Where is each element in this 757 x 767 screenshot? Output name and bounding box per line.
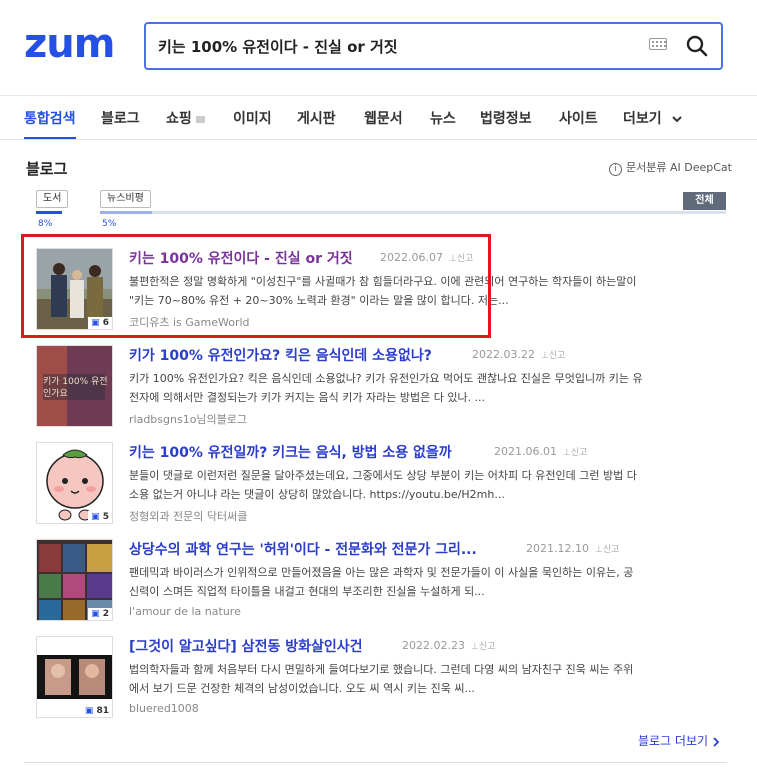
result-source[interactable]: 정형외과 전문의 닥터써클 (129, 508, 247, 524)
more-blog-link[interactable]: 블로그 더보기 (638, 732, 720, 749)
image-count: 2 (102, 609, 109, 619)
list-item: ▣ 81 [그것이 알고싶다] 삼전동 방화살인사건 2022.02.23 ⊥신고… (36, 636, 726, 720)
result-snippet: 키가 100% 유전인가요? 킥은 음식인데 소용없나? 키가 유전인가요 먹어… (129, 369, 719, 407)
thumbnail-caption: 키가 100% 유전인가요 (43, 377, 108, 399)
snippet-line-2: 전자에 의해서만 결정되는가 키가 커지는 음식 키가 자라는 방법은 다 있나… (129, 391, 486, 404)
result-title-link[interactable]: [그것이 알고싶다] 삼전동 방화살인사건 (129, 636, 363, 656)
result-snippet: 분들이 댓글로 이런저런 질문을 달아주셨는데요, 그중에서도 상당 부분이 키… (129, 466, 719, 504)
tab-board[interactable]: 게시판 (297, 108, 336, 128)
tab-site[interactable]: 사이트 (559, 108, 598, 128)
tab-shopping[interactable]: 쇼핑 (166, 108, 205, 128)
filter-pct-books: 8% (38, 219, 53, 229)
report-link[interactable]: ⊥신고 (471, 642, 495, 652)
search-query-text[interactable]: 키는 100% 유전이다 - 진실 or 거짓 (158, 36, 398, 57)
result-title-link[interactable]: 키는 100% 유전일까? 키크는 음식, 방법 소용 없을까 (129, 442, 452, 462)
snippet-line-2: 신력이 스며든 직업적 타이틀을 내걸고 현대의 부조리한 진실을 누설하게 되… (129, 585, 485, 598)
result-thumbnail[interactable]: ▣ 81 (36, 636, 113, 718)
tab-law[interactable]: 법령정보 (480, 108, 532, 128)
report-link[interactable]: ⊥신고 (563, 448, 587, 458)
snippet-line-1: 법의학자들과 함께 처음부터 다시 면밀하게 들여다보기로 했습니다. 그런데 … (129, 663, 634, 676)
tab-webdoc[interactable]: 웹문서 (364, 108, 403, 128)
image-count: 81 (96, 706, 109, 716)
image-count-badge: ▣ 2 (88, 608, 112, 620)
deepcat-info[interactable]: i 문서분류 AI DeepCat (609, 159, 732, 176)
tab-blog[interactable]: 블로그 (101, 108, 140, 128)
tab-integrated[interactable]: 통합검색 (24, 108, 76, 128)
category-filter: 도서 뉴스비평 8% 5% 전체 (36, 190, 726, 229)
snippet-line-1: 팬데믹과 바이러스가 인위적으로 만들어졌음을 아는 많은 과학자 및 전문가들… (129, 566, 634, 579)
chevron-down-icon (671, 116, 682, 123)
highlight-box (21, 234, 491, 338)
list-item: 키가 100% 유전인가요 키가 100% 유전인가요? 킥은 음식인데 소용없… (36, 345, 726, 429)
active-tab-indicator (24, 137, 76, 139)
report-label: 신고 (478, 642, 496, 652)
result-date: 2021.06.01 (494, 445, 557, 458)
image-stack-icon: ▣ (84, 706, 94, 716)
filter-chip-news[interactable]: 뉴스비평 (100, 190, 151, 208)
search-tabs: 통합검색 블로그 쇼핑 이미지 게시판 웹문서 뉴스 법령정보 사이트 더보기 (0, 96, 757, 140)
image-count: 5 (102, 512, 109, 522)
result-title-link[interactable]: 키가 100% 유전인가요? 킥은 음식인데 소용없나? (129, 345, 432, 365)
tab-news[interactable]: 뉴스 (430, 108, 456, 128)
result-title-link[interactable]: 상당수의 과학 연구는 '허위'이다 - 전문화와 전문가 그리... (129, 539, 477, 559)
zum-logo[interactable]: zum (24, 22, 115, 66)
report-label: 신고 (570, 448, 588, 458)
result-date: 2022.02.23 (402, 639, 465, 652)
filter-pct-news: 5% (102, 219, 117, 229)
filter-bar-rest (152, 211, 726, 214)
section-divider (24, 762, 727, 763)
result-source[interactable]: l'amour de la nature (129, 605, 241, 618)
image-stack-icon: ▣ (91, 512, 100, 522)
report-label: 신고 (548, 351, 566, 361)
keyboard-icon[interactable] (649, 38, 667, 50)
deepcat-label: 문서분류 AI DeepCat (626, 161, 732, 174)
result-date: 2021.12.10 (526, 542, 589, 555)
report-label: 신고 (602, 545, 620, 555)
search-icon[interactable] (685, 34, 709, 58)
result-meta: 2022.02.23 ⊥신고 (402, 639, 495, 652)
tab-more-label: 더보기 (623, 111, 662, 127)
filter-bar-news (100, 211, 152, 214)
shopping-icon (195, 115, 205, 123)
result-thumbnail[interactable]: 키가 100% 유전인가요 (36, 345, 113, 427)
result-snippet: 법의학자들과 함께 처음부터 다시 면밀하게 들여다보기로 했습니다. 그런데 … (129, 660, 719, 698)
snippet-line-2: 소용 없는거 아니냐 라는 댓글이 상당히 많았습니다. https://you… (129, 488, 505, 501)
result-source[interactable]: rladbsgns1o님의블로그 (129, 411, 247, 427)
image-count-badge: ▣ 81 (81, 705, 112, 717)
tab-more[interactable]: 더보기 (623, 108, 683, 128)
tab-shopping-label: 쇼핑 (166, 111, 192, 127)
header: zum 키는 100% 유전이다 - 진실 or 거짓 (0, 0, 757, 96)
result-meta: 2022.03.22 ⊥신고 (472, 348, 565, 361)
report-link[interactable]: ⊥신고 (595, 545, 619, 555)
list-item: ▣ 5 키는 100% 유전일까? 키크는 음식, 방법 소용 없을까 2021… (36, 442, 726, 526)
list-item: ▣ 2 상당수의 과학 연구는 '허위'이다 - 전문화와 전문가 그리... … (36, 539, 726, 623)
tab-image[interactable]: 이미지 (233, 108, 272, 128)
snippet-line-1: 분들이 댓글로 이런저런 질문을 달아주셨는데요, 그중에서도 상당 부분이 키… (129, 469, 637, 482)
result-meta: 2021.06.01 ⊥신고 (494, 445, 587, 458)
more-blog-label: 블로그 더보기 (638, 734, 709, 748)
snippet-line-2: 에서 보기 드문 건장한 체격의 남성이었습니다. 오도 씨 역시 키는 진욱 … (129, 682, 475, 695)
image-count-badge: ▣ 5 (88, 511, 112, 523)
image-stack-icon: ▣ (91, 609, 100, 619)
result-thumbnail[interactable]: ▣ 5 (36, 442, 113, 524)
report-link[interactable]: ⊥신고 (541, 351, 565, 361)
snippet-line-1: 키가 100% 유전인가요? 킥은 음식인데 소용없나? 키가 유전인가요 먹어… (129, 372, 643, 385)
section-title: 블로그 (26, 160, 68, 178)
result-snippet: 팬데믹과 바이러스가 인위적으로 만들어졌음을 아는 많은 과학자 및 전문가들… (129, 563, 719, 601)
result-source[interactable]: bluered1008 (129, 702, 199, 715)
result-meta: 2021.12.10 ⊥신고 (526, 542, 619, 555)
all-filter-button[interactable]: 전체 (683, 192, 726, 210)
result-date: 2022.03.22 (472, 348, 535, 361)
filter-chip-books[interactable]: 도서 (36, 190, 69, 208)
search-input[interactable]: 키는 100% 유전이다 - 진실 or 거짓 (144, 22, 723, 70)
result-thumbnail[interactable]: ▣ 2 (36, 539, 113, 621)
info-icon: i (609, 163, 622, 176)
filter-bar-books (36, 211, 62, 214)
chevron-right-icon (713, 736, 720, 747)
